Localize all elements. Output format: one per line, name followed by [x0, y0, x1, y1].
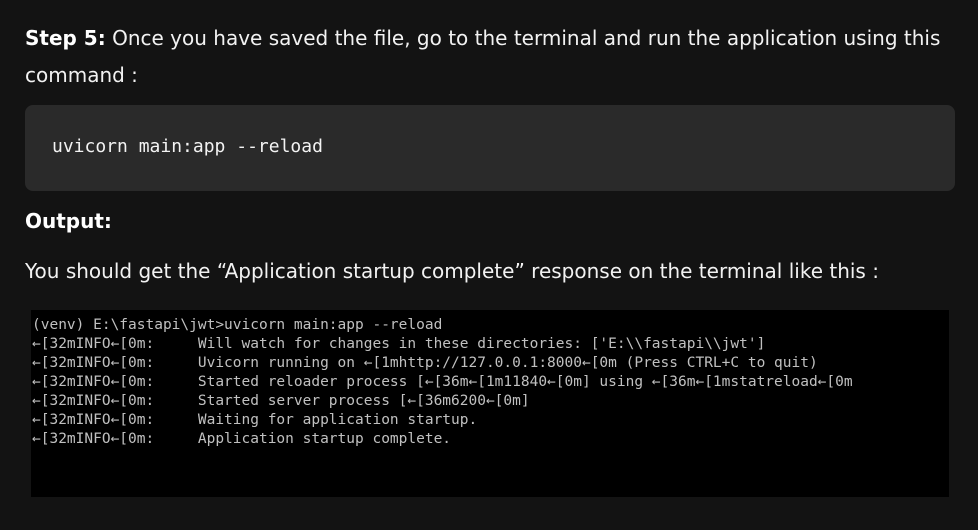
terminal-screenshot: (venv) E:\fastapi\jwt>uvicorn main:app -…	[31, 310, 949, 497]
step-paragraph: Step 5: Once you have saved the file, go…	[25, 20, 955, 94]
terminal-line: ←[32mINFO←[0m: Uvicorn running on ←[1mht…	[32, 355, 818, 371]
step-text: Once you have saved the file, go to the …	[25, 26, 941, 87]
terminal-line: ←[32mINFO←[0m: Application startup compl…	[32, 431, 452, 447]
output-heading: Output:	[25, 209, 112, 233]
terminal-line: ←[32mINFO←[0m: Started reloader process …	[32, 374, 853, 390]
output-description: You should get the “Application startup …	[25, 259, 879, 283]
terminal-line: ←[32mINFO←[0m: Started server process [←…	[32, 393, 530, 409]
step-label: Step 5:	[25, 26, 106, 50]
terminal-line: ←[32mINFO←[0m: Will watch for changes in…	[32, 336, 766, 352]
terminal-line: (venv) E:\fastapi\jwt>uvicorn main:app -…	[32, 317, 443, 333]
terminal-line: ←[32mINFO←[0m: Waiting for application s…	[32, 412, 478, 428]
code-command[interactable]: uvicorn main:app --reload	[52, 136, 323, 157]
code-block: uvicorn main:app --reload	[25, 105, 955, 191]
